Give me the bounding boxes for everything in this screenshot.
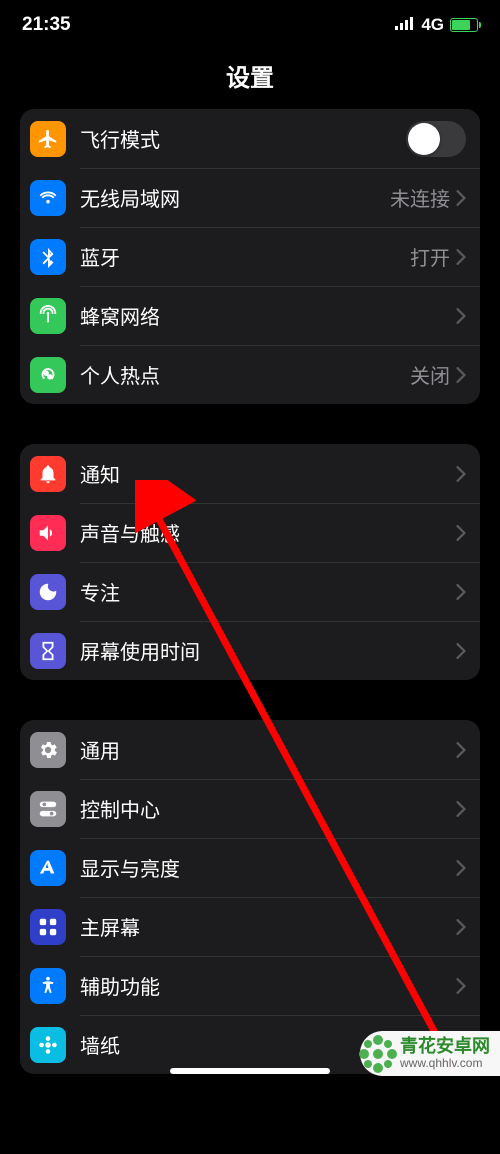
flower-icon	[30, 1027, 66, 1063]
row-hotspot-value: 关闭	[410, 360, 450, 389]
hourglass-icon	[30, 633, 66, 669]
chevron-right-icon	[456, 190, 466, 206]
cellular-icon	[30, 298, 66, 334]
wifi-icon	[30, 180, 66, 216]
bell-icon	[30, 456, 66, 492]
settings-group-alerts: 通知 声音与触感 专注 屏幕使用时间	[20, 444, 480, 680]
chevron-right-icon	[456, 584, 466, 600]
sliders-icon	[30, 791, 66, 827]
chevron-right-icon	[456, 860, 466, 876]
network-label: 4G	[421, 15, 444, 35]
row-home-label: 主屏幕	[80, 912, 456, 941]
settings-group-general: 通用 控制中心 显示与亮度 主屏幕	[20, 720, 480, 1074]
chevron-right-icon	[456, 466, 466, 482]
chevron-right-icon	[456, 978, 466, 994]
settings-group-connectivity: 飞行模式 无线局域网 未连接 蓝牙 打开 蜂窝网络	[20, 109, 480, 404]
row-screentime[interactable]: 屏幕使用时间	[20, 621, 480, 680]
gear-icon	[30, 732, 66, 768]
signal-bars-icon	[395, 15, 415, 35]
watermark: 青花安卓网 www.qhhlv.com	[360, 1031, 500, 1076]
row-wifi-value: 未连接	[390, 183, 450, 212]
row-notifications[interactable]: 通知	[20, 444, 480, 503]
chevron-right-icon	[456, 643, 466, 659]
status-indicators: 4G	[395, 15, 478, 35]
bluetooth-icon	[30, 239, 66, 275]
airplane-icon	[30, 121, 66, 157]
row-hotspot[interactable]: 个人热点 关闭	[20, 345, 480, 404]
chevron-right-icon	[456, 742, 466, 758]
chevron-right-icon	[456, 308, 466, 324]
row-bluetooth[interactable]: 蓝牙 打开	[20, 227, 480, 286]
row-display-label: 显示与亮度	[80, 853, 456, 882]
chevron-right-icon	[456, 367, 466, 383]
row-control-label: 控制中心	[80, 794, 456, 823]
row-airplane-label: 飞行模式	[80, 124, 406, 153]
row-bluetooth-value: 打开	[410, 242, 450, 271]
row-notifications-label: 通知	[80, 459, 456, 488]
watermark-url: www.qhhlv.com	[400, 1057, 490, 1070]
settings-list[interactable]: 飞行模式 无线局域网 未连接 蓝牙 打开 蜂窝网络	[0, 101, 500, 1154]
grid-icon	[30, 909, 66, 945]
chevron-right-icon	[456, 801, 466, 817]
row-general-label: 通用	[80, 735, 456, 764]
row-cellular[interactable]: 蜂窝网络	[20, 286, 480, 345]
row-sound[interactable]: 声音与触感	[20, 503, 480, 562]
speaker-icon	[30, 515, 66, 551]
row-general[interactable]: 通用	[20, 720, 480, 779]
row-wifi[interactable]: 无线局域网 未连接	[20, 168, 480, 227]
row-sound-label: 声音与触感	[80, 518, 456, 547]
row-wifi-label: 无线局域网	[80, 183, 390, 212]
watermark-title: 青花安卓网	[400, 1037, 490, 1057]
row-focus[interactable]: 专注	[20, 562, 480, 621]
chevron-right-icon	[456, 525, 466, 541]
status-bar: 21:35 4G	[0, 0, 500, 50]
accessibility-icon	[30, 968, 66, 1004]
row-control[interactable]: 控制中心	[20, 779, 480, 838]
moon-icon	[30, 574, 66, 610]
chevron-right-icon	[456, 919, 466, 935]
row-display[interactable]: 显示与亮度	[20, 838, 480, 897]
battery-charging-icon	[450, 18, 478, 32]
row-focus-label: 专注	[80, 577, 456, 606]
hotspot-icon	[30, 357, 66, 393]
row-bluetooth-label: 蓝牙	[80, 242, 410, 271]
row-screentime-label: 屏幕使用时间	[80, 636, 456, 665]
status-time: 21:35	[22, 14, 71, 36]
airplane-toggle[interactable]	[406, 121, 466, 157]
row-accessibility-label: 辅助功能	[80, 971, 456, 1000]
text-size-icon	[30, 850, 66, 886]
row-cellular-label: 蜂窝网络	[80, 301, 456, 330]
chevron-right-icon	[456, 249, 466, 265]
page-title: 设置	[0, 50, 500, 101]
row-accessibility[interactable]: 辅助功能	[20, 956, 480, 1015]
row-airplane[interactable]: 飞行模式	[20, 109, 480, 168]
watermark-logo-icon	[356, 1032, 400, 1076]
row-home[interactable]: 主屏幕	[20, 897, 480, 956]
row-hotspot-label: 个人热点	[80, 360, 410, 389]
home-indicator	[170, 1068, 330, 1074]
